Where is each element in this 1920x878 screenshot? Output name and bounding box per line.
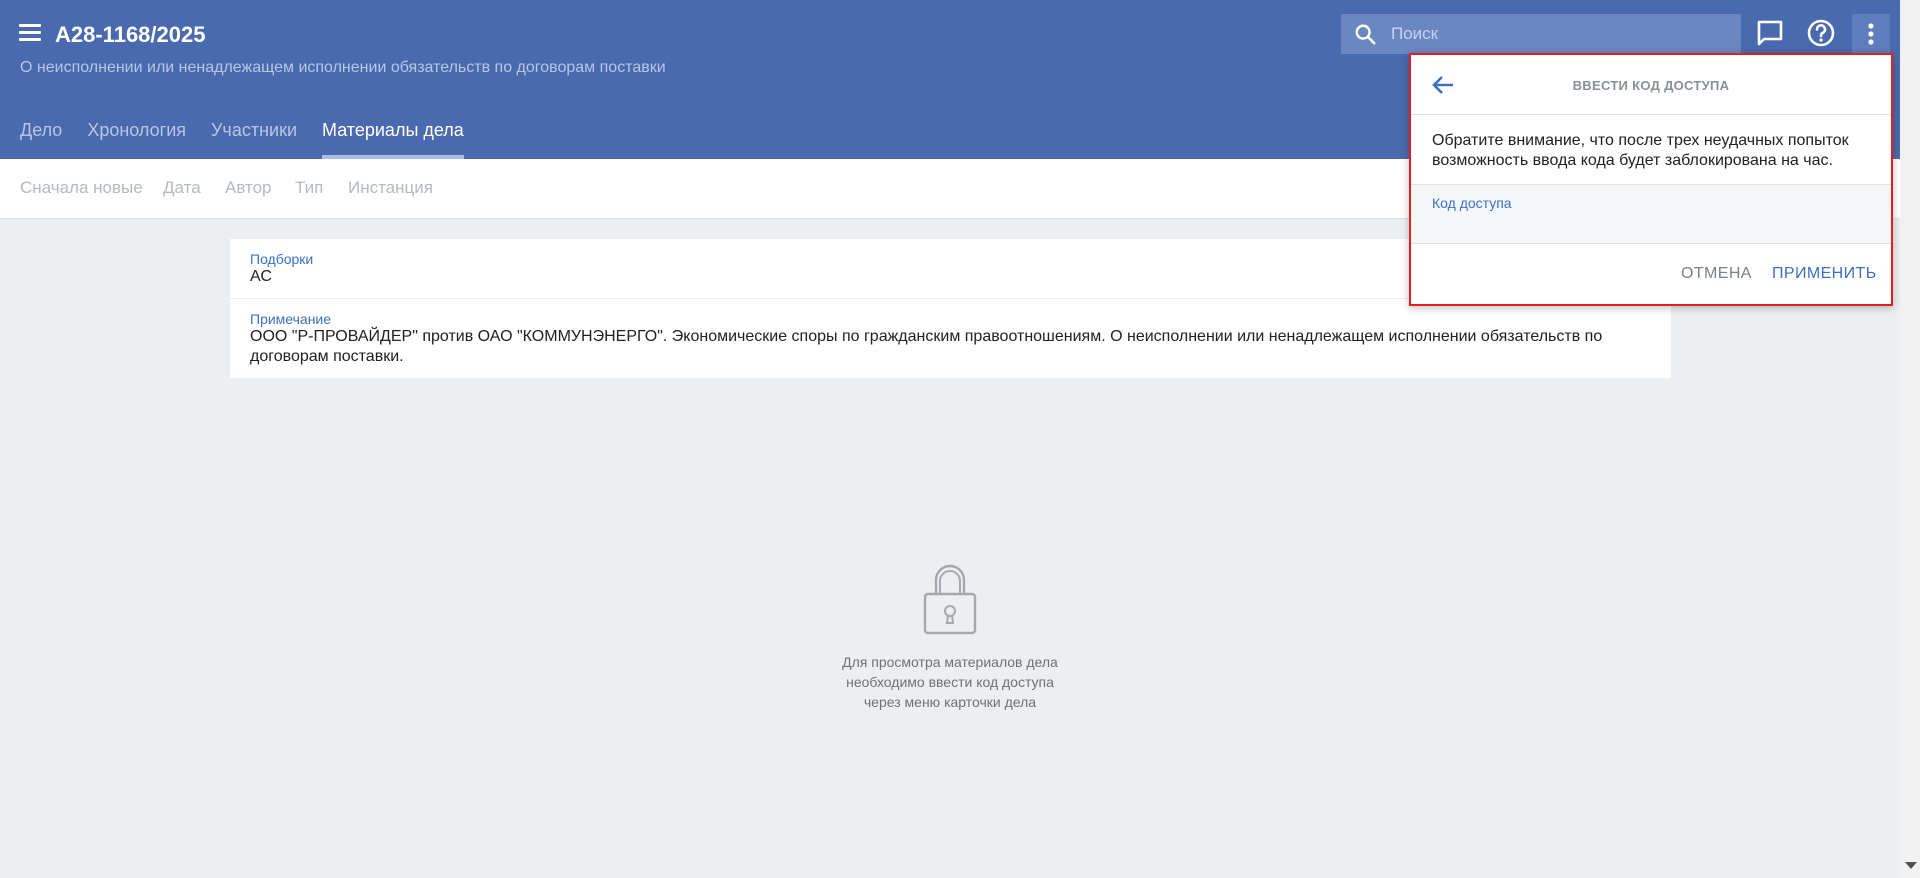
menu-icon[interactable] bbox=[18, 22, 42, 46]
filter-newest-first[interactable]: Сначала новые bbox=[20, 178, 143, 198]
case-tabs: Дело Хронология Участники Материалы дела bbox=[20, 106, 489, 159]
dialog-warning-note: Обратите внимание, что после трех неудач… bbox=[1432, 132, 1849, 169]
help-icon[interactable] bbox=[1806, 18, 1836, 48]
access-code-input[interactable] bbox=[1432, 215, 1872, 239]
locked-text-line-2: необходимо ввести код доступа bbox=[846, 674, 1054, 690]
search-box[interactable] bbox=[1341, 14, 1741, 54]
dialog-header: ВВЕСТИ КОД ДОСТУПА bbox=[1411, 55, 1891, 115]
locked-text-line-1: Для просмотра материалов дела bbox=[842, 654, 1058, 670]
search-input[interactable] bbox=[1391, 22, 1721, 46]
locked-text-line-3: через меню карточки дела bbox=[863, 694, 1037, 710]
access-code-dialog: ВВЕСТИ КОД ДОСТУПА Обратите внимание, чт… bbox=[1409, 53, 1893, 306]
apply-button[interactable]: ПРИМЕНИТЬ bbox=[1772, 265, 1877, 283]
more-vert-icon bbox=[1868, 23, 1874, 45]
dialog-title: ВВЕСТИ КОД ДОСТУПА bbox=[1572, 78, 1730, 93]
cancel-button[interactable]: ОТМЕНА bbox=[1681, 265, 1752, 283]
tab-participants[interactable]: Участники bbox=[211, 106, 297, 159]
locked-materials-notice: Для просмотра материалов дела необходимо… bbox=[810, 560, 1090, 712]
access-code-label: Код доступа bbox=[1432, 195, 1512, 211]
access-code-field[interactable]: Код доступа bbox=[1411, 184, 1891, 244]
page-scrollbar[interactable] bbox=[1900, 0, 1920, 878]
more-menu-button[interactable] bbox=[1852, 14, 1890, 54]
filter-type[interactable]: Тип bbox=[295, 178, 323, 198]
filter-instance[interactable]: Инстанция bbox=[348, 178, 433, 198]
filter-author[interactable]: Автор bbox=[225, 178, 272, 198]
filter-date[interactable]: Дата bbox=[163, 178, 201, 198]
case-subtitle: О неисполнении или ненадлежащем исполнен… bbox=[20, 59, 666, 76]
search-icon bbox=[1355, 24, 1376, 45]
case-number: А28-1168/2025 bbox=[55, 22, 206, 47]
tab-case-materials[interactable]: Материалы дела bbox=[322, 106, 464, 159]
scrollbar-track[interactable] bbox=[1904, 0, 1916, 859]
note-card: Примечание ООО "Р-ПРОВАЙДЕР" против ОАО … bbox=[230, 299, 1671, 378]
tab-case[interactable]: Дело bbox=[20, 106, 62, 159]
tab-chronology[interactable]: Хронология bbox=[87, 106, 186, 159]
lock-icon bbox=[923, 564, 977, 635]
note-value: ООО "Р-ПРОВАЙДЕР" против ОАО "КОММУНЭНЕР… bbox=[250, 328, 1603, 365]
scroll-down-arrow-icon[interactable] bbox=[1905, 862, 1917, 869]
note-label: Примечание bbox=[250, 311, 332, 327]
chat-icon[interactable] bbox=[1755, 18, 1785, 48]
